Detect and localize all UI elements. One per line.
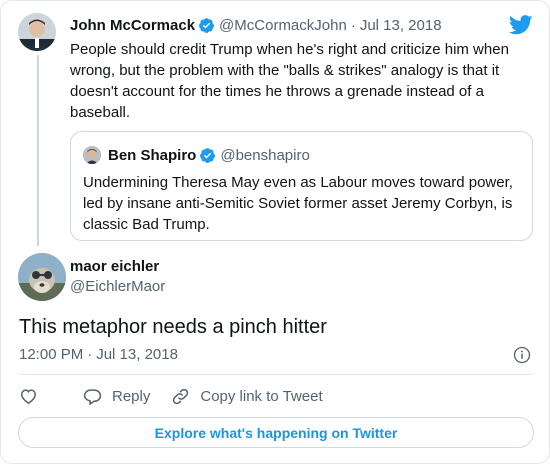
quoted-author-name: Ben Shapiro xyxy=(108,146,197,164)
tweet-date[interactable]: Jul 13, 2018 xyxy=(96,346,178,363)
copy-link-label: Copy link to Tweet xyxy=(200,387,323,405)
reply-label: Reply xyxy=(112,387,151,405)
parent-tweet-text: People should credit Trump when he's rig… xyxy=(70,41,509,121)
speech-bubble-icon xyxy=(83,388,102,405)
thread-connector-line xyxy=(37,55,39,246)
john-mccormack-avatar[interactable] xyxy=(18,13,56,51)
action-bar-divider xyxy=(19,374,533,375)
tweet-embed-card: John McCormack @McCormackJohn · Jul 13, … xyxy=(0,0,550,464)
quoted-tweet-text: Undermining Theresa May even as Labour m… xyxy=(83,174,513,233)
info-icon[interactable] xyxy=(513,346,531,364)
verified-badge-icon xyxy=(200,147,216,163)
link-icon xyxy=(173,388,189,404)
separator-dot: · xyxy=(87,346,93,363)
tweet-action-bar: Reply Copy link to Tweet xyxy=(19,384,344,408)
parent-tweet-header: John McCormack @McCormackJohn · Jul 13, … xyxy=(70,15,442,35)
main-author-name[interactable]: maor eichler xyxy=(70,258,159,275)
tweet-time[interactable]: 12:00 PM xyxy=(19,346,83,363)
quoted-tweet[interactable]: Ben Shapiro @benshapiro Undermining Ther… xyxy=(70,131,533,241)
twitter-bird-icon[interactable] xyxy=(509,14,533,36)
parent-tweet[interactable]: John McCormack @McCormackJohn · Jul 13, … xyxy=(1,1,549,246)
copy-link-button[interactable]: Copy link to Tweet xyxy=(171,387,323,406)
main-tweet-text: This metaphor needs a pinch hitter xyxy=(19,316,327,338)
like-button[interactable] xyxy=(19,387,38,406)
quoted-author-handle: @benshapiro xyxy=(220,146,310,164)
main-author-handle[interactable]: @EichlerMaor xyxy=(70,278,165,295)
reply-button[interactable]: Reply xyxy=(83,387,150,406)
explore-twitter-button[interactable]: Explore what's happening on Twitter xyxy=(18,417,534,448)
tweet-timestamp[interactable]: 12:00 PM · Jul 13, 2018 xyxy=(19,346,178,363)
quoted-tweet-header: Ben Shapiro @benshapiro xyxy=(108,145,310,165)
author-handle[interactable]: @McCormackJohn xyxy=(219,17,347,34)
maor-eichler-avatar[interactable] xyxy=(18,253,66,301)
ben-shapiro-avatar xyxy=(83,146,101,164)
verified-badge-icon xyxy=(199,17,214,33)
separator-dot: · xyxy=(350,16,356,34)
heart-icon xyxy=(21,388,36,404)
tweet-date[interactable]: Jul 13, 2018 xyxy=(360,17,442,34)
author-name[interactable]: John McCormack xyxy=(70,17,195,34)
